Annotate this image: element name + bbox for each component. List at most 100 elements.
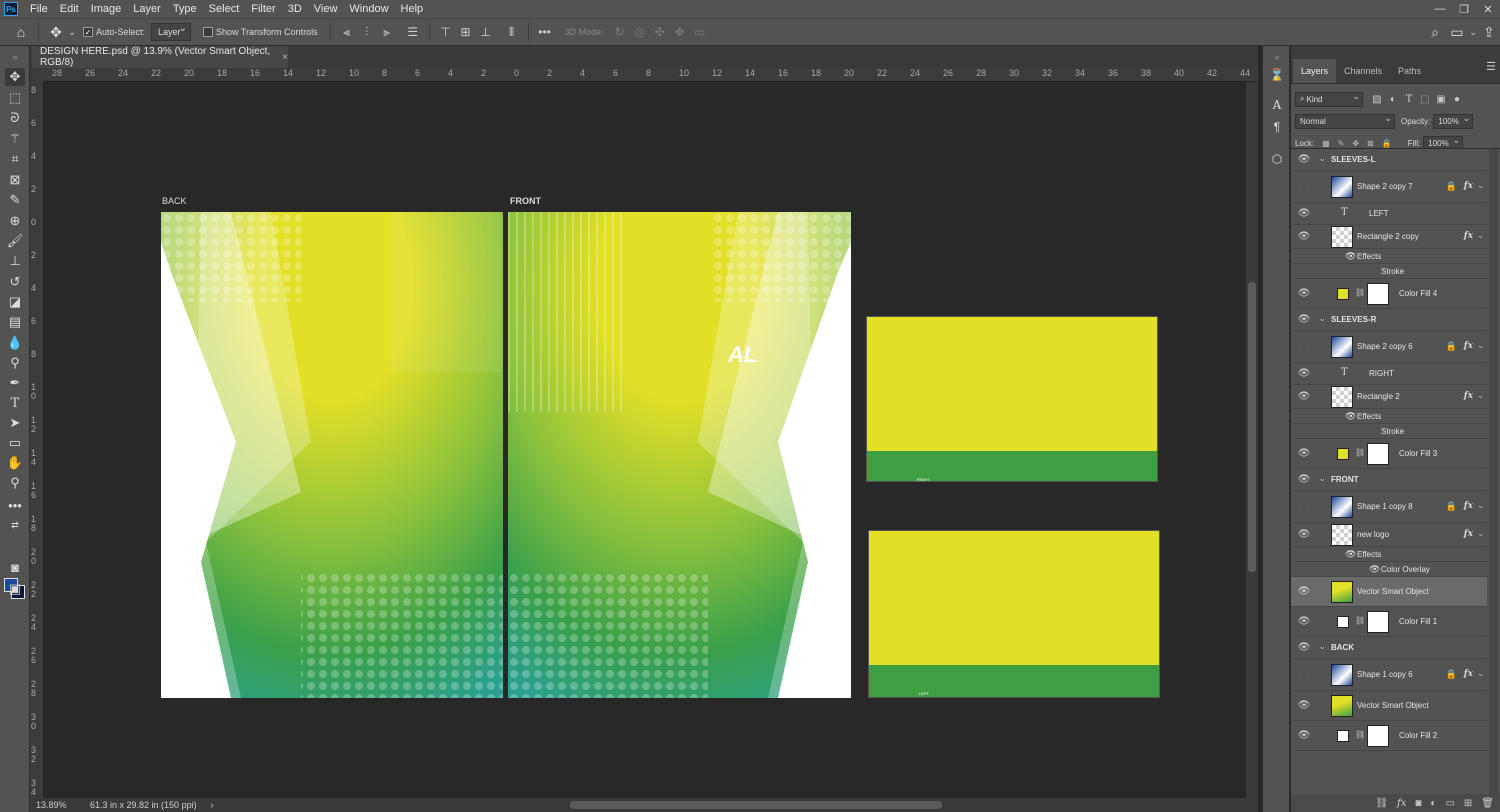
lasso-tool-icon[interactable]: ᘐ [5, 109, 25, 127]
dodge-tool-icon[interactable]: ⚲ [5, 354, 25, 372]
filter-kind-select[interactable]: ⌕ Kind [1295, 91, 1363, 107]
group-expand-chevron-icon[interactable]: ⌄ [1319, 314, 1326, 323]
visibility-eye-icon[interactable]: 👁 [1297, 586, 1311, 597]
paragraph-panel-icon[interactable]: ¶ [1268, 118, 1286, 136]
share-icon[interactable]: ⇪ [1478, 21, 1500, 43]
swap-colors-icon[interactable]: ⇄ [5, 516, 25, 534]
menu-layer[interactable]: Layer [127, 0, 167, 18]
tab-channels[interactable]: Channels [1336, 59, 1390, 83]
align-vertical-centers-icon[interactable]: ⊞ [456, 22, 476, 42]
visibility-eye-icon[interactable]: 👁 [1297, 231, 1311, 242]
layer-shape-2-copy-7[interactable]: Shape 2 copy 7 🔒 fx ⌄ [1291, 171, 1487, 203]
auto-select-checkbox[interactable]: ✓ [83, 27, 93, 37]
back-artboard[interactable] [161, 212, 503, 698]
visibility-eye-icon[interactable]: 👁 [1297, 474, 1311, 485]
history-panel-icon[interactable]: ⌛ [1268, 66, 1286, 84]
workspace-chevron-icon[interactable]: ⌄ [1468, 21, 1478, 43]
blend-mode-select[interactable]: Normal [1295, 113, 1395, 129]
menu-help[interactable]: Help [395, 0, 430, 18]
menu-3d[interactable]: 3D [282, 0, 308, 18]
vertical-scroll-thumb[interactable] [1248, 282, 1256, 572]
layer-new-logo[interactable]: 👁 new logo fx ⌄ [1291, 523, 1487, 547]
menu-image[interactable]: Image [85, 0, 128, 18]
lock-position-icon[interactable]: ✥ [1352, 139, 1359, 148]
healing-brush-tool-icon[interactable]: ⊕ [5, 212, 25, 230]
layer-left[interactable]: 👁 T LEFT [1291, 203, 1487, 225]
maximize-button[interactable]: ❐ [1452, 0, 1476, 18]
layer-front[interactable]: 👁 ⌄ FRONT [1291, 469, 1487, 491]
type-tool-icon[interactable]: T [5, 394, 25, 412]
tab-paths[interactable]: Paths [1390, 59, 1429, 83]
hand-tool-icon[interactable]: ✋ [5, 454, 25, 472]
new-layer-icon[interactable]: ⊞ [1464, 798, 1472, 809]
visibility-eye-icon[interactable]: 👁 [1297, 616, 1311, 627]
layer-rectangle-2[interactable]: 👁 Rectangle 2 fx ⌄ [1291, 385, 1487, 409]
visibility-eye-icon[interactable]: 👁 [1297, 529, 1311, 540]
filter-toggle-icon[interactable]: ● [1449, 92, 1465, 106]
horizontal-scroll-thumb[interactable] [570, 801, 942, 809]
vertical-ruler[interactable]: 8 6 4 2 0 2 4 6 8 1 0 1 2 1 4 1 6 1 8 2 0 2 2 2 4 2 6 2 8 3… [30, 82, 44, 798]
visibility-eye-icon[interactable]: 👁 [1297, 642, 1311, 653]
panel-menu-icon[interactable]: ☰ [1486, 60, 1496, 73]
layer-effects-icon[interactable]: fx [1464, 181, 1473, 191]
effect-visibility-icon[interactable]: 👁 [1345, 251, 1356, 262]
menu-filter[interactable]: Filter [245, 0, 281, 18]
visibility-eye-icon[interactable]: 👁 [1297, 368, 1311, 379]
character-panel-icon[interactable]: A [1268, 96, 1286, 114]
align-bottom-edges-icon[interactable]: ⊥ [476, 22, 496, 42]
layer-mask-thumbnail[interactable] [1367, 283, 1389, 305]
layer-effects-icon[interactable]: fx [1464, 231, 1473, 241]
visibility-eye-icon[interactable]: 👁 [1297, 288, 1311, 299]
layer-shape-1-copy-6[interactable]: Shape 1 copy 6 🔒 fx ⌄ [1291, 659, 1487, 691]
group-expand-chevron-icon[interactable]: ⌄ [1319, 474, 1326, 483]
blur-tool-icon[interactable]: 💧 [5, 334, 25, 352]
effects-expand-chevron-icon[interactable]: ⌄ [1477, 669, 1484, 678]
visibility-eye-icon[interactable] [1297, 501, 1311, 514]
layer-mask-thumbnail[interactable] [1367, 443, 1389, 465]
auto-select-target-select[interactable]: Layer [151, 23, 192, 41]
visibility-eye-icon[interactable] [1297, 181, 1311, 194]
close-button[interactable]: ✕ [1476, 0, 1500, 18]
filter-smart-object-icon[interactable]: ▣ [1433, 92, 1449, 106]
layer-effects-icon[interactable]: fx [1464, 501, 1473, 511]
menu-window[interactable]: Window [343, 0, 394, 18]
mask-link-icon[interactable]: ⛓ [1355, 616, 1365, 625]
visibility-eye-icon[interactable]: 👁 [1297, 154, 1311, 165]
magic-wand-tool-icon[interactable]: ⚚ [5, 130, 25, 148]
gradient-tool-icon[interactable]: ▤ [5, 313, 25, 331]
orbit-3d-icon[interactable]: ↻ [610, 25, 630, 39]
layer-effects-icon[interactable]: fx [1464, 669, 1473, 679]
sleeve-left-artboard[interactable]: LEFT [868, 530, 1160, 698]
effects-expand-chevron-icon[interactable]: ⌄ [1477, 391, 1484, 400]
layer-effects-icon[interactable]: fx [1464, 529, 1473, 539]
filter-type-icon[interactable]: T [1401, 92, 1417, 106]
layer-color-fill-2[interactable]: 👁 ⛓ Color Fill 2 [1291, 721, 1487, 751]
pen-tool-icon[interactable]: ✒ [5, 374, 25, 392]
layer-color-fill-4[interactable]: 👁 ⛓ Color Fill 4 [1291, 279, 1487, 309]
layer-sleeves-l[interactable]: 👁 ⌄ SLEEVES-L [1291, 149, 1487, 171]
new-group-icon[interactable]: ▭ [1445, 798, 1454, 809]
effect-visibility-icon[interactable]: 👁 [1369, 564, 1380, 575]
lock-image-icon[interactable]: ✎ [1338, 139, 1345, 148]
layer-effects[interactable]: 👁 Effects [1291, 409, 1487, 424]
layer-rectangle-2-copy[interactable]: 👁 Rectangle 2 copy fx ⌄ [1291, 225, 1487, 249]
quick-mask-icon[interactable]: ◙ [5, 558, 25, 576]
visibility-eye-icon[interactable]: 👁 [1297, 448, 1311, 459]
layer-mask-thumbnail[interactable] [1367, 611, 1389, 633]
effect-visibility-icon[interactable]: 👁 [1345, 549, 1356, 560]
layer-effects[interactable]: 👁 Effects [1291, 547, 1487, 562]
canvas[interactable]: BACK FRONT AL RIGHT LEFT [44, 82, 1246, 798]
filter-adjustment-icon[interactable]: ◐ [1385, 92, 1401, 106]
edit-toolbar-icon[interactable]: ••• [5, 496, 25, 514]
add-mask-icon[interactable]: ◙ [1415, 798, 1421, 809]
lock-artboard-icon[interactable]: ⊠ [1367, 139, 1374, 148]
layer-stroke[interactable]: Stroke [1291, 264, 1487, 279]
effects-expand-chevron-icon[interactable]: ⌄ [1477, 529, 1484, 538]
link-layers-icon[interactable]: ⛓ [1375, 798, 1388, 809]
workspace-icon[interactable]: ▭ [1446, 21, 1468, 43]
close-document-icon[interactable]: × [282, 52, 288, 63]
sleeve-right-artboard[interactable]: RIGHT [866, 316, 1158, 482]
menu-select[interactable]: Select [203, 0, 246, 18]
layer-stroke[interactable]: Stroke [1291, 424, 1487, 439]
layer-vector-smart-object[interactable]: 👁 Vector Smart Object [1291, 691, 1487, 721]
